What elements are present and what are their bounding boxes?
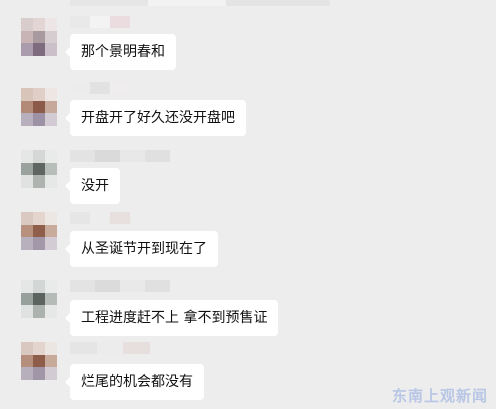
message-bubble[interactable]: 开盘开了好久还没开盘吧 [65, 100, 246, 136]
watermark-logo: 东南上观新闻 [391, 387, 488, 405]
message-bubble[interactable]: 工程进度赶不上 拿不到预售证 [64, 300, 279, 336]
message-row: 从圣诞节开到现在了 [0, 206, 496, 267]
blurred-sender-name [70, 212, 130, 224]
message-row: 工程进度赶不上 拿不到预售证 [0, 278, 496, 338]
blurred-sender-name [70, 342, 151, 354]
blurred-sender-name [70, 82, 130, 94]
message-bubble[interactable]: 从圣诞节开到现在了 [65, 231, 218, 267]
blurred-sender-name [70, 280, 170, 292]
message-row: 开盘开了好久还没开盘吧 [0, 80, 496, 140]
message-row: 那个景明春和 [0, 10, 496, 70]
message-row: 没开 [0, 144, 496, 204]
blurred-sender-name [70, 150, 170, 162]
avatar[interactable] [21, 212, 57, 250]
avatar[interactable] [21, 88, 57, 126]
chat-view: 那个景明春和 开盘开了好久还没开盘吧 没开 从圣诞节开到现在了 工程进度赶不上 … [0, 0, 496, 409]
blurred-name-top [70, 0, 330, 6]
avatar[interactable] [21, 150, 57, 188]
message-bubble[interactable]: 烂尾的机会都没有 [65, 364, 204, 400]
avatar[interactable] [21, 342, 57, 380]
message-bubble[interactable]: 没开 [65, 168, 120, 204]
avatar[interactable] [21, 18, 57, 56]
avatar[interactable] [21, 280, 57, 318]
message-bubble[interactable]: 那个景明春和 [65, 34, 176, 70]
blurred-sender-name [70, 16, 130, 28]
